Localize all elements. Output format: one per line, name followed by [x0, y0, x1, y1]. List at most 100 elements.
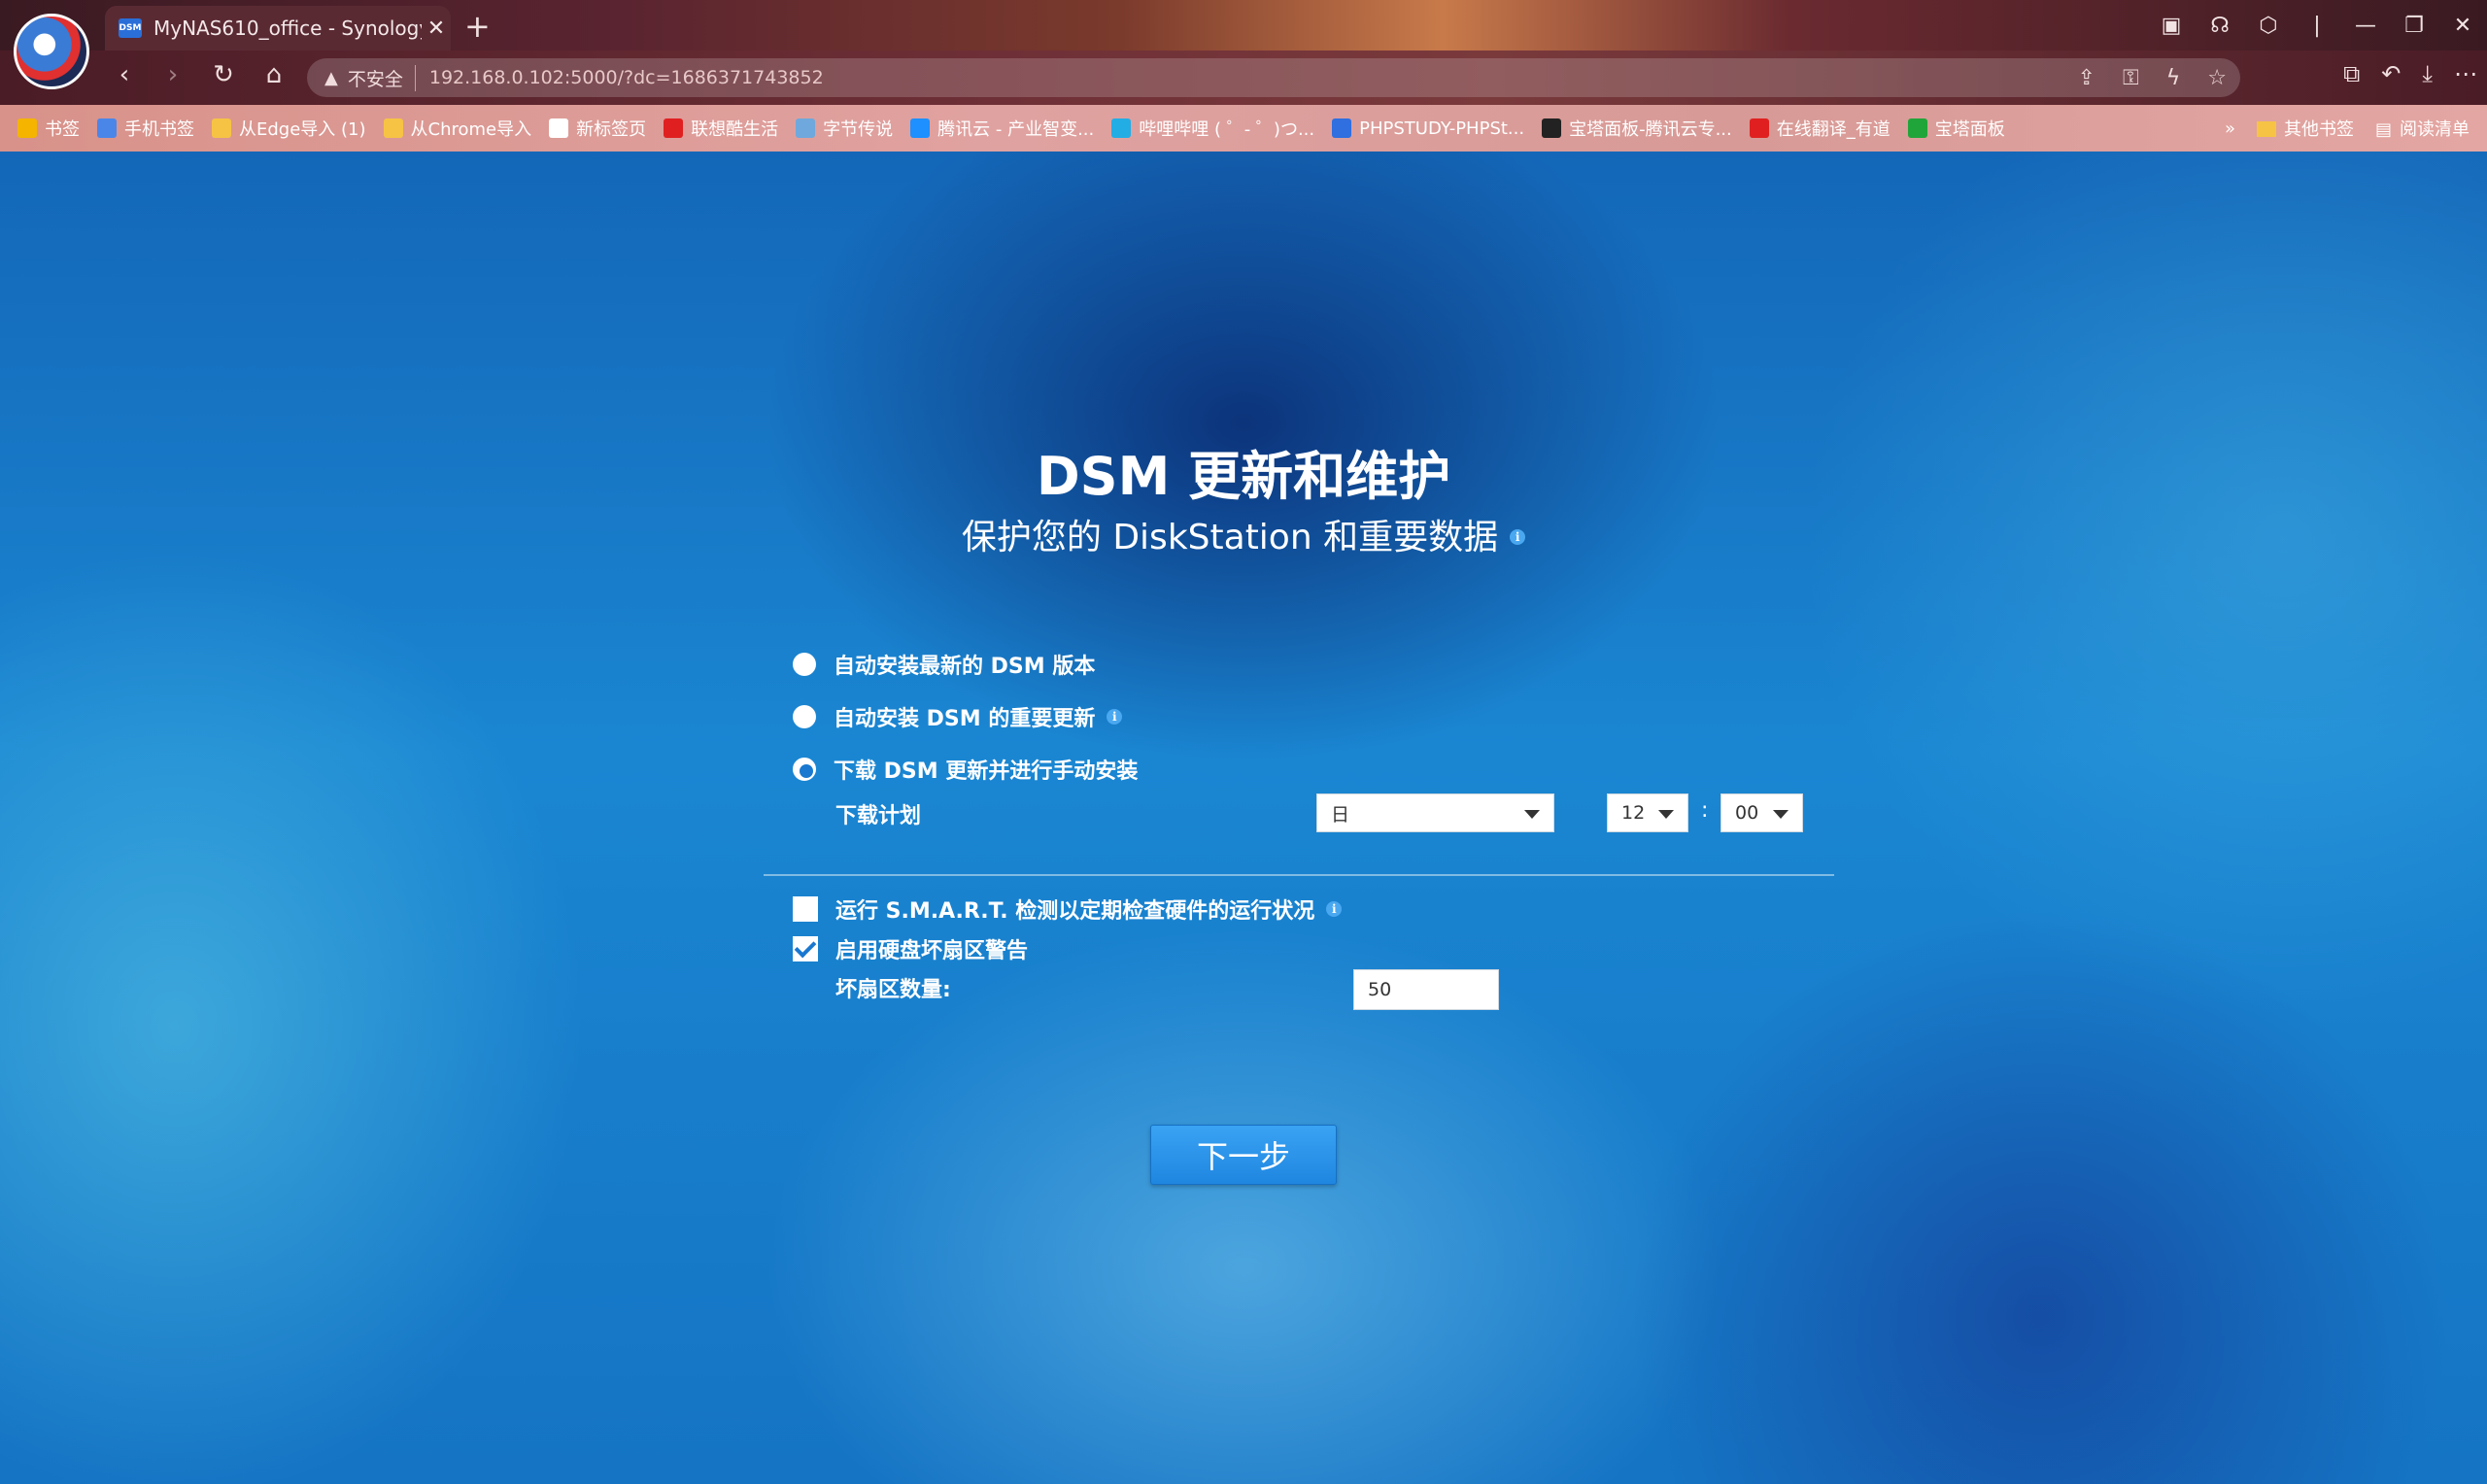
bookmark-label: 联想酷生活	[691, 119, 779, 140]
smart-test-option[interactable]: 运行 S.M.A.R.T. 检测以定期检查硬件的运行状况 i	[793, 894, 1343, 925]
schedule-hour-select[interactable]: 12	[1607, 793, 1688, 832]
insecure-label[interactable]: 不安全	[348, 64, 416, 91]
bookmark-item[interactable]: PHPSTUDY-PHPSt...	[1332, 118, 1524, 139]
folder-icon	[383, 118, 403, 138]
schedule-minute-select[interactable]: 00	[1720, 793, 1803, 832]
folder-icon	[2256, 121, 2276, 137]
tab-close-icon[interactable]: ✕	[422, 17, 451, 41]
extensions-pin-icon[interactable]: ⬡	[2244, 14, 2293, 38]
back-icon[interactable]: ‹	[105, 60, 144, 89]
lenovo-icon	[664, 118, 684, 138]
navigation-bar: ‹ › ↻ ⌂ ▲ 不安全 192.168.0.102:5000/?dc=168…	[0, 51, 2487, 105]
more-menu-icon[interactable]: ⋯	[2454, 60, 2477, 87]
tab-actions-icon[interactable]: ▣	[2147, 14, 2196, 38]
page-title: DSM 更新和维护	[1036, 446, 1451, 507]
bookmark-item[interactable]: 从Edge导入 (1)	[212, 116, 366, 141]
address-bar[interactable]: ▲ 不安全 192.168.0.102:5000/?dc=16863717438…	[307, 58, 2240, 97]
bookmark-label: 腾讯云 - 产业智变...	[937, 119, 1095, 140]
next-button[interactable]: 下一步	[1150, 1125, 1337, 1185]
bookmark-label: 新标签页	[576, 119, 647, 140]
bookmark-label: 在线翻译_有道	[1776, 119, 1891, 140]
info-icon[interactable]: i	[1107, 709, 1123, 725]
download-icon[interactable]: ⤓	[2422, 60, 2433, 87]
bookmark-item[interactable]: 宝塔面板	[1907, 116, 2005, 141]
bookmark-label: PHPSTUDY-PHPSt...	[1359, 118, 1525, 139]
bookmark-label: 书签	[45, 119, 80, 140]
bad-sector-count-input[interactable]: 50	[1353, 969, 1499, 1010]
bookmark-item[interactable]: 在线翻译_有道	[1749, 116, 1891, 141]
reading-list[interactable]: ▤ 阅读清单	[2375, 116, 2470, 141]
lightning-icon[interactable]: ϟ	[2166, 66, 2181, 90]
bookmark-label: 字节传说	[823, 119, 894, 140]
other-bookmarks[interactable]: 其他书签	[2256, 116, 2354, 141]
smart-test-checkbox[interactable]	[793, 896, 818, 922]
profile-avatar[interactable]	[14, 14, 89, 89]
bookmark-label: 宝塔面板-腾讯云专...	[1569, 119, 1732, 140]
bookmark-label: 宝塔面板	[1934, 119, 2005, 140]
bilibili-icon	[1111, 118, 1132, 138]
bookmark-item[interactable]: 腾讯云 - 产业智变...	[910, 116, 1094, 141]
extensions-icon[interactable]: ⧉	[2343, 60, 2360, 87]
schedule-label: 下载计划	[835, 804, 922, 828]
bookmark-item[interactable]: 从Chrome导入	[383, 116, 532, 141]
other-bookmarks-label: 其他书签	[2283, 119, 2354, 140]
radio-auto-latest[interactable]	[793, 653, 816, 676]
gaming-icon[interactable]: ☊	[2196, 14, 2244, 38]
time-separator: :	[1701, 798, 1709, 823]
chevron-down-icon	[1524, 810, 1540, 819]
restore-icon[interactable]: ❐	[2390, 14, 2438, 38]
option-auto-latest-label: 自动安装最新的 DSM 版本	[834, 655, 1096, 679]
radio-manual-install[interactable]	[793, 758, 816, 781]
url-text[interactable]: 192.168.0.102:5000/?dc=1686371743852	[429, 67, 824, 88]
edge-icon	[549, 118, 569, 138]
bookmark-item[interactable]: 手机书签	[97, 116, 194, 141]
section-divider	[764, 874, 1834, 876]
option-auto-important[interactable]: 自动安装 DSM 的重要更新 i	[793, 701, 1123, 732]
separator-icon: |	[2313, 13, 2321, 38]
info-icon[interactable]: i	[1326, 901, 1343, 917]
bad-sector-option[interactable]: 启用硬盘坏扇区警告	[793, 933, 1028, 964]
bookmark-label: 从Edge导入 (1)	[239, 119, 366, 140]
browser-title-bar: DSM MyNAS610_office - Synology D ✕ + ▣ ☊…	[0, 0, 2487, 51]
active-tab[interactable]: DSM MyNAS610_office - Synology D ✕	[105, 6, 451, 51]
home-icon[interactable]: ⌂	[255, 60, 293, 89]
bookmark-item[interactable]: 字节传说	[796, 116, 893, 141]
chevron-down-icon	[1773, 810, 1789, 819]
warning-icon: ▲	[324, 67, 338, 88]
bookmarks-more-icon[interactable]: »	[2225, 118, 2235, 139]
toolbar-right: ⧉ ↶ ⤓ ⋯	[2343, 60, 2477, 87]
option-auto-important-label: 自动安装 DSM 的重要更新	[834, 707, 1096, 731]
key-icon[interactable]: ⚿	[2123, 66, 2139, 90]
reading-list-label: 阅读清单	[2400, 119, 2470, 140]
option-manual-install-label: 下载 DSM 更新并进行手动安装	[834, 759, 1139, 784]
undo-icon[interactable]: ↶	[2381, 60, 2401, 87]
share-icon[interactable]: ⇪	[2078, 66, 2095, 90]
schedule-minute-value: 00	[1735, 802, 1759, 824]
info-icon[interactable]: i	[1510, 529, 1526, 545]
favorite-star-icon[interactable]: ☆	[2207, 66, 2227, 90]
reload-icon[interactable]: ↻	[204, 60, 243, 89]
bookmark-label: 从Chrome导入	[410, 119, 532, 140]
minimize-icon[interactable]: —	[2341, 14, 2390, 38]
schedule-day-value: 日	[1331, 803, 1350, 826]
bookmark-item[interactable]: 宝塔面板-腾讯云专...	[1542, 116, 1732, 141]
option-auto-latest[interactable]: 自动安装最新的 DSM 版本	[793, 649, 1095, 680]
youdao-icon	[1749, 118, 1769, 138]
bookmark-item[interactable]: 新标签页	[549, 116, 646, 141]
bookmark-item[interactable]: 联想酷生活	[664, 116, 778, 141]
star-icon	[17, 118, 37, 138]
radio-auto-important[interactable]	[793, 705, 816, 728]
bad-sector-count-label: 坏扇区数量:	[835, 978, 951, 1002]
bookmark-item[interactable]: 书签	[17, 116, 80, 141]
bookmark-item[interactable]: 哔哩哔哩 ( ゜- ゜)つ...	[1111, 116, 1314, 141]
smart-test-label: 运行 S.M.A.R.T. 检测以定期检查硬件的运行状况	[835, 899, 1315, 924]
bad-sector-checkbox[interactable]	[793, 936, 818, 961]
option-manual-install[interactable]: 下载 DSM 更新并进行手动安装	[793, 754, 1138, 785]
page-subtitle: 保护您的 DiskStation 和重要数据 i	[0, 509, 2487, 559]
close-window-icon[interactable]: ✕	[2438, 14, 2487, 38]
window-controls: ▣ ☊ ⬡ | — ❐ ✕	[2147, 0, 2487, 51]
byte-icon	[796, 118, 816, 138]
forward-icon[interactable]: ›	[153, 60, 192, 89]
new-tab-button[interactable]: +	[464, 8, 491, 45]
schedule-day-select[interactable]: 日	[1316, 793, 1554, 832]
